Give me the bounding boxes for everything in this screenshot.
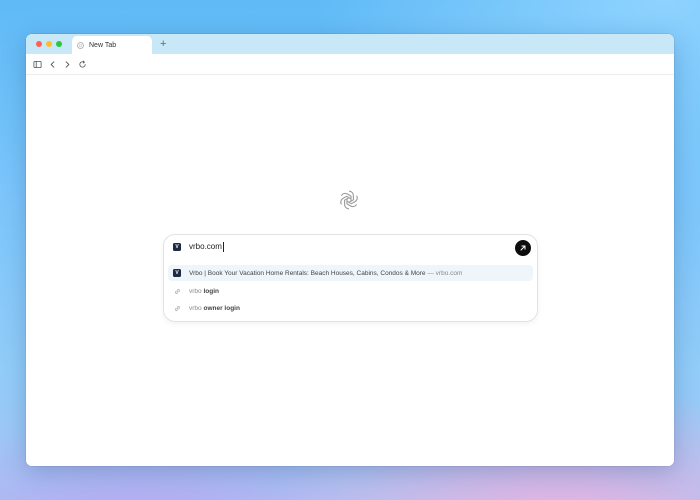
arrow-up-right-icon — [520, 245, 526, 251]
suggestion-text: vrbo login — [189, 288, 219, 295]
openai-logo-icon — [337, 188, 361, 212]
suggestion-vrbo-owner-login[interactable]: vrbo owner login — [168, 300, 533, 316]
search-input[interactable]: vrbo.com — [189, 241, 224, 253]
text-caret — [222, 241, 224, 252]
suggestion-separator: — — [425, 269, 436, 277]
forward-icon — [65, 60, 69, 68]
tab-title: New Tab — [89, 41, 117, 49]
navigation-toolbar — [26, 54, 674, 75]
vrbo-favicon-icon: V — [173, 243, 181, 251]
close-window-button[interactable] — [36, 41, 42, 47]
new-tab-page: V vrbo.com V Vrbo | Book Your Vacation H… — [26, 75, 674, 466]
reload-button[interactable] — [77, 59, 87, 69]
minimize-window-button[interactable] — [46, 41, 52, 47]
vrbo-favicon-icon: V — [173, 269, 181, 277]
suggestion-title: Vrbo | Book Your Vacation Home Rentals: … — [189, 269, 426, 277]
suggestion-suffix: owner login — [203, 304, 240, 312]
omnibox: V vrbo.com V Vrbo | Book Your Vacation H… — [163, 234, 538, 322]
back-icon — [50, 60, 54, 68]
search-input-value: vrbo.com — [189, 242, 222, 251]
back-button[interactable] — [47, 59, 57, 69]
window-controls — [36, 41, 62, 47]
tab-bar: New Tab + — [26, 34, 674, 54]
suggestion-url: vrbo.com — [435, 269, 463, 277]
browser-window: New Tab + V vrbo.com V Vrbo | Book Your … — [26, 34, 674, 466]
suggestion-text: Vrbo | Book Your Vacation Home Rentals: … — [189, 270, 462, 277]
link-icon — [173, 287, 181, 295]
link-icon — [173, 304, 181, 312]
suggestion-vrbo-login[interactable]: vrbo login — [168, 283, 533, 299]
reload-icon — [78, 60, 86, 68]
suggestion-text: vrbo owner login — [189, 305, 240, 312]
maximize-window-button[interactable] — [56, 41, 62, 47]
suggestion-prefix: vrbo — [189, 304, 202, 312]
go-button[interactable] — [515, 240, 531, 256]
forward-button[interactable] — [62, 59, 72, 69]
sidebar-icon — [32, 60, 42, 68]
omnibox-input-row: V vrbo.com — [164, 235, 537, 261]
suggestion-suffix: login — [203, 287, 219, 295]
sidebar-toggle-button[interactable] — [32, 59, 42, 69]
openai-tab-icon — [77, 41, 84, 49]
suggestion-vrbo-site[interactable]: V Vrbo | Book Your Vacation Home Rentals… — [168, 265, 533, 281]
suggestion-prefix: vrbo — [189, 287, 202, 295]
new-tab-button[interactable]: + — [160, 38, 166, 50]
tab-new-tab[interactable]: New Tab — [72, 36, 152, 54]
